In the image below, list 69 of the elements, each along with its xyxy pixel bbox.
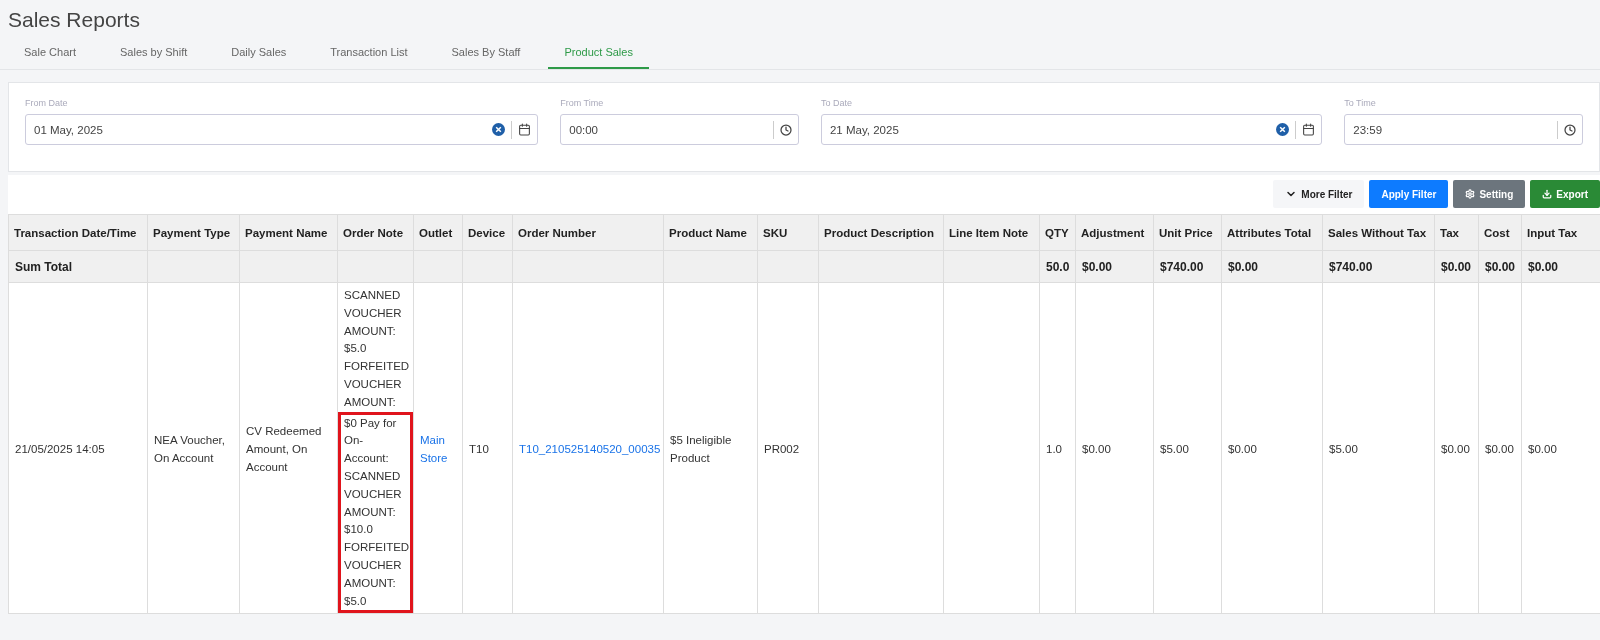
date-field[interactable]: 21 May, 2025: [820, 114, 1323, 145]
clear-icon[interactable]: [1276, 123, 1290, 136]
column-header: Payment Type: [147, 214, 240, 251]
column-header: Transaction Date/Time: [8, 214, 148, 251]
column-header: Outlet: [413, 214, 463, 251]
clock-icon[interactable]: [779, 123, 792, 136]
table-cell: PR002: [757, 282, 819, 614]
toolbar-button[interactable]: Export: [1530, 180, 1600, 208]
column-header: Order Number: [512, 214, 664, 251]
page-title: Sales Reports: [8, 8, 141, 32]
table-cell: 1.0: [1039, 282, 1076, 614]
sum-cell: $740.00: [1153, 250, 1222, 283]
calendar-icon[interactable]: [1302, 123, 1316, 136]
column-header: Product Description: [818, 214, 944, 251]
column-header: Payment Name: [239, 214, 338, 251]
column-header: Adjustment: [1075, 214, 1154, 251]
table-cell: $0.00: [1478, 282, 1522, 614]
report-tab[interactable]: Sales By Staff: [435, 40, 537, 69]
column-header: QTY: [1039, 214, 1076, 251]
table-link[interactable]: Main Store: [420, 432, 456, 468]
field-label: From Time: [560, 98, 605, 108]
table-cell: $5.00: [1322, 282, 1435, 614]
sum-cell: $740.00: [1322, 250, 1435, 283]
clear-icon[interactable]: [492, 123, 506, 136]
column-header: SKU: [757, 214, 819, 251]
column-header: Tax: [1434, 214, 1479, 251]
date-field[interactable]: 01 May, 2025: [25, 114, 539, 145]
report-tab[interactable]: Daily Sales: [215, 40, 303, 69]
column-header: Product Name: [663, 214, 758, 251]
calendar-icon[interactable]: [518, 123, 532, 136]
table-cell: $0.00: [1221, 282, 1323, 614]
table-cell: $0.00: [1434, 282, 1479, 614]
column-header: Sales Without Tax: [1322, 214, 1435, 251]
field-label: From Date: [25, 98, 69, 108]
column-header: Unit Price: [1153, 214, 1222, 251]
table-cell: T10: [462, 282, 513, 614]
highlighted-note: $0 Pay for On-Account: SCANNED VOUCHER AMOUNT: $10.0 FORFEITED VOUCHER AMOUNT: $5.0: [338, 411, 413, 614]
table-cell: $5.00: [1153, 282, 1222, 614]
table-link[interactable]: T10_210525140520_00035: [519, 441, 661, 460]
table-cell: $5 Ineligible Product: [663, 282, 758, 614]
order-note: SCANNED VOUCHER AMOUNT: $5.0 FORFEITED VOUCHER AMOUNT:: [344, 288, 407, 410]
column-header: Attributes Total: [1221, 214, 1323, 251]
toolbar-button[interactable]: Apply Filter: [1369, 180, 1449, 208]
download-icon: [1542, 189, 1553, 199]
column-header: Input Tax: [1521, 214, 1600, 251]
toolbar-button[interactable]: Setting: [1453, 180, 1526, 208]
settings-icon: [1465, 189, 1476, 199]
column-header: Cost: [1478, 214, 1522, 251]
column-header: Order Note: [337, 214, 414, 251]
sum-cell: $0.00: [1521, 250, 1600, 283]
report-tab[interactable]: Sale Chart: [8, 40, 92, 69]
column-header: Line Item Note: [943, 214, 1040, 251]
column-header: Device: [462, 214, 513, 251]
clock-icon[interactable]: [1564, 123, 1576, 136]
report-tab[interactable]: Sales by Shift: [104, 40, 204, 69]
table-cell: CV Redeemed Amount, On Account: [239, 282, 338, 614]
report-tab[interactable]: Transaction List: [314, 40, 424, 69]
report-tab[interactable]: Product Sales: [548, 40, 649, 69]
table-cell: NEA Voucher, On Account: [147, 282, 240, 614]
field-label: To Date: [820, 98, 853, 108]
field-label: To Time: [1344, 98, 1377, 108]
table-cell: 21/05/2025 14:05: [8, 282, 148, 614]
sum-cell: $0.00: [1221, 250, 1323, 283]
time-field[interactable]: 00:00: [560, 114, 799, 145]
table-cell: $0.00: [1075, 282, 1154, 614]
sum-cell: $0.00: [1075, 250, 1154, 283]
toolbar-button[interactable]: More Filter: [1273, 180, 1365, 208]
sum-cell: Sum Total: [8, 250, 148, 283]
time-field[interactable]: 23:59: [1344, 114, 1583, 145]
